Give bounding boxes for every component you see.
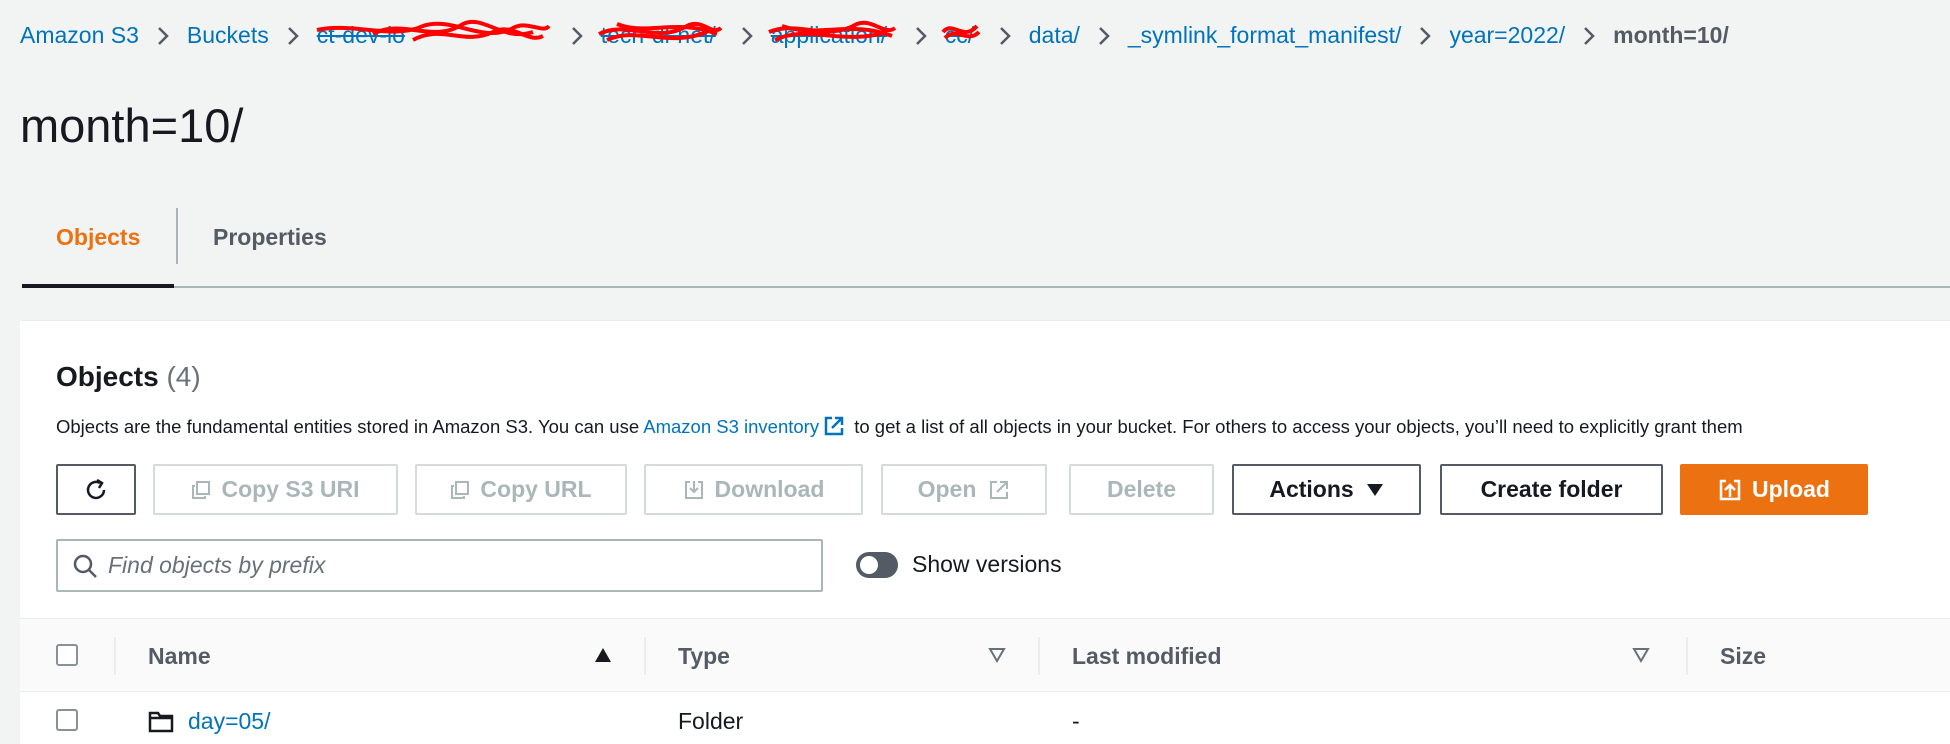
tab-bar: Objects Properties (22, 206, 1950, 288)
breadcrumb-folder-redacted-2[interactable]: application/ (767, 20, 897, 49)
search-box[interactable] (56, 539, 823, 592)
copy-url-label: Copy URL (480, 476, 592, 502)
breadcrumb: Amazon S3 Buckets ct-dev-lo tech-dl-net/… (20, 19, 1729, 49)
actions-label: Actions (1269, 476, 1354, 502)
copy-url-button[interactable]: Copy URL (415, 464, 627, 515)
breadcrumb-bucket-name-redacted[interactable]: ct-dev-lo (316, 19, 553, 49)
show-versions-toggle-wrap: Show versions (856, 551, 1062, 578)
refresh-button[interactable] (56, 464, 136, 515)
open-button[interactable]: Open (881, 464, 1047, 515)
breadcrumb-current-month: month=10/ (1613, 22, 1729, 48)
redaction-scribble (941, 24, 981, 40)
column-header-name[interactable]: Name (148, 643, 211, 670)
copy-icon (192, 480, 211, 499)
row-checkbox[interactable] (56, 709, 78, 731)
chevron-right-icon (1582, 25, 1596, 47)
object-name-link[interactable]: day=05/ (188, 708, 271, 735)
toggle-knob (860, 555, 878, 574)
column-header-size[interactable]: Size (1720, 643, 1766, 670)
breadcrumb-buckets[interactable]: Buckets (187, 22, 269, 49)
s3-inventory-link[interactable]: Amazon S3 inventory (643, 416, 819, 437)
chevron-right-icon (740, 25, 754, 47)
object-type: Folder (678, 708, 744, 734)
tab-divider (176, 208, 178, 264)
chevron-right-icon (1097, 25, 1111, 47)
copy-icon (451, 480, 470, 499)
actions-dropdown-button[interactable]: Actions (1232, 464, 1421, 515)
show-versions-toggle[interactable] (856, 551, 898, 578)
delete-label: Delete (1106, 476, 1177, 502)
objects-count: (4) (166, 361, 201, 392)
objects-description: Objects are the fundamental entities sto… (56, 415, 1743, 442)
upload-button[interactable]: Upload (1680, 464, 1868, 515)
breadcrumb-data[interactable]: data/ (1029, 22, 1080, 49)
folder-icon (148, 711, 174, 733)
column-divider (1038, 637, 1040, 675)
copy-s3-uri-button[interactable]: Copy S3 URI (153, 464, 398, 515)
s3-console-page: Amazon S3 Buckets ct-dev-lo tech-dl-net/… (0, 0, 1950, 744)
breadcrumb-folder-redacted-3[interactable]: cc/ (941, 22, 981, 49)
chevron-right-icon (914, 25, 928, 47)
open-label: Open (917, 476, 977, 502)
chevron-right-icon (570, 25, 584, 47)
search-icon (73, 554, 97, 578)
tab-properties[interactable]: Properties (213, 224, 327, 251)
delete-button[interactable]: Delete (1069, 464, 1214, 515)
select-all-checkbox[interactable] (56, 644, 78, 666)
description-text-pre: Objects are the fundamental entities sto… (56, 416, 644, 437)
breadcrumb-symlink-manifest[interactable]: _symlink_format_manifest/ (1128, 22, 1402, 49)
search-input[interactable] (108, 552, 788, 579)
column-divider (114, 637, 116, 675)
show-versions-label: Show versions (912, 551, 1062, 577)
objects-table-header: Name Type Last modified Size (20, 618, 1950, 692)
chevron-right-icon (1418, 25, 1432, 47)
breadcrumb-amazon-s3[interactable]: Amazon S3 (20, 22, 139, 49)
page-title: month=10/ (20, 99, 244, 152)
column-header-last-modified[interactable]: Last modified (1072, 643, 1222, 670)
object-last-modified: - (1072, 708, 1080, 734)
external-link-icon (990, 480, 1009, 499)
table-row: day=05/ Folder - (20, 692, 1950, 744)
refresh-icon (86, 478, 106, 499)
sort-ascending-icon[interactable] (594, 647, 612, 663)
copy-s3-uri-label: Copy S3 URI (221, 476, 360, 502)
chevron-right-icon (998, 25, 1012, 47)
sort-unsorted-icon[interactable] (1632, 647, 1650, 663)
tab-active-indicator (22, 284, 174, 288)
create-folder-button[interactable]: Create folder (1440, 464, 1663, 515)
upload-icon (1719, 479, 1741, 500)
chevron-right-icon (156, 25, 170, 47)
breadcrumb-year[interactable]: year=2022/ (1449, 22, 1565, 49)
breadcrumb-folder-redacted-1[interactable]: tech-dl-net/ (597, 22, 723, 49)
column-header-type[interactable]: Type (678, 643, 730, 670)
upload-label: Upload (1752, 476, 1830, 502)
download-icon (684, 480, 703, 499)
chevron-right-icon (286, 25, 300, 47)
create-folder-label: Create folder (1480, 476, 1623, 502)
caret-down-icon (1366, 483, 1383, 496)
tab-baseline (22, 286, 1950, 288)
column-divider (1686, 637, 1688, 675)
column-divider (644, 637, 646, 675)
download-label: Download (714, 476, 825, 502)
objects-panel: Objects (4) Objects are the fundamental … (20, 320, 1950, 744)
download-button[interactable]: Download (644, 464, 863, 515)
external-link-icon[interactable] (823, 415, 845, 442)
sort-unsorted-icon[interactable] (988, 647, 1006, 663)
redaction-scribble (316, 19, 551, 42)
redaction-scribble (597, 22, 723, 42)
redaction-scribble (767, 20, 896, 42)
tab-objects[interactable]: Objects (56, 224, 140, 251)
objects-heading: Objects (4) (56, 361, 201, 393)
description-text-post: to get a list of all objects in your buc… (849, 416, 1743, 437)
objects-heading-label: Objects (56, 361, 159, 392)
